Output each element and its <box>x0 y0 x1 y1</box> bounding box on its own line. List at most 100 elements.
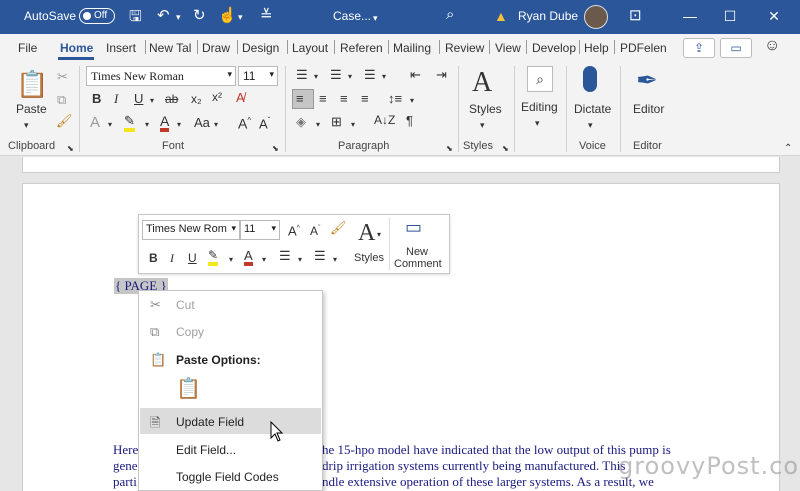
user-avatar[interactable] <box>584 5 608 29</box>
bullets-icon[interactable]: ☰ <box>279 249 291 263</box>
editing-dropdown-icon[interactable]: ▾ <box>535 116 540 130</box>
align-right-icon[interactable]: ≡ <box>340 92 348 106</box>
change-case-dropdown-icon[interactable]: ▾ <box>214 118 218 132</box>
dictate-label[interactable]: Dictate <box>574 102 611 116</box>
format-painter-icon[interactable]: 🖌 <box>330 221 347 235</box>
change-case-icon[interactable]: Aa <box>194 116 210 130</box>
editor-label[interactable]: Editor <box>633 102 664 116</box>
strikethrough-icon[interactable]: ab <box>165 92 178 106</box>
menu-item-edit-field[interactable]: Edit Field... <box>176 443 236 457</box>
autosave-toggle[interactable]: Off <box>79 8 115 24</box>
mini-styles-label[interactable]: Styles <box>354 252 384 264</box>
save-icon[interactable]: 🖫 <box>129 9 142 25</box>
body-text-line[interactable]: ndle extensive operation of these larger… <box>322 474 654 490</box>
highlight-color-icon[interactable]: ✎ <box>208 249 219 266</box>
paste-label[interactable]: Paste <box>16 102 47 116</box>
mini-font-size-input[interactable]: 11 ▾ <box>240 220 280 240</box>
font-color-icon[interactable]: A <box>160 114 170 132</box>
tab-view[interactable]: View <box>495 41 521 55</box>
body-text-line[interactable]: drip irrigation systems currently being … <box>322 458 625 474</box>
multilevel-dropdown-icon[interactable]: ▾ <box>382 70 386 84</box>
microphone-icon[interactable] <box>583 66 597 92</box>
minimize-icon[interactable]: — <box>680 6 700 26</box>
shading-icon[interactable]: ◈ <box>296 115 306 129</box>
undo-dropdown-icon[interactable]: ▾ <box>176 9 181 25</box>
line-spacing-dropdown-icon[interactable]: ▾ <box>410 94 414 108</box>
numbering-dropdown-icon[interactable]: ▾ <box>333 253 337 267</box>
tab-references[interactable]: Referen <box>340 41 383 55</box>
feedback-smiley-icon[interactable]: ☺ <box>764 38 780 54</box>
text-effects-dropdown-icon[interactable]: ▾ <box>108 118 112 132</box>
user-name[interactable]: Ryan Dube <box>518 9 578 23</box>
styles-icon[interactable]: A <box>358 220 375 246</box>
underline-dropdown-icon[interactable]: ▾ <box>150 94 154 108</box>
grow-font-icon[interactable]: A^ <box>238 114 251 131</box>
new-comment-icon[interactable]: ▭ <box>405 218 422 236</box>
menu-item-copy[interactable]: Copy <box>176 325 204 339</box>
highlight-dropdown-icon[interactable]: ▾ <box>145 118 149 132</box>
align-left-icon[interactable]: ≡ <box>296 92 304 106</box>
tab-new-tab[interactable]: New Tal <box>149 41 191 55</box>
line-spacing-icon[interactable]: ↕≡ <box>388 92 402 106</box>
redo-icon[interactable]: ↻ <box>193 8 206 24</box>
subscript-icon[interactable]: x₂ <box>191 92 202 106</box>
undo-icon[interactable]: ↶ <box>157 8 170 24</box>
copy-icon[interactable]: ⧉ <box>57 93 66 107</box>
chevron-down-icon[interactable]: ▾ <box>271 223 276 234</box>
numbering-icon[interactable]: ☰ <box>330 68 342 82</box>
comments-icon[interactable]: ▭ <box>720 38 752 58</box>
menu-item-cut[interactable]: Cut <box>176 298 195 312</box>
menu-item-update-field[interactable]: Update Field <box>176 415 244 429</box>
paragraph-launcher-icon[interactable]: ⬊ <box>446 142 453 156</box>
chevron-down-icon[interactable]: ▾ <box>269 69 274 80</box>
font-launcher-icon[interactable]: ⬊ <box>272 142 279 156</box>
customize-qat-icon[interactable]: ≚ <box>260 8 273 24</box>
borders-dropdown-icon[interactable]: ▾ <box>351 118 355 132</box>
tab-draw[interactable]: Draw <box>202 41 230 55</box>
increase-indent-icon[interactable]: ⇥ <box>436 68 447 82</box>
font-size-input[interactable]: 11 ▾ <box>238 66 278 86</box>
shading-dropdown-icon[interactable]: ▾ <box>316 118 320 132</box>
numbering-icon[interactable]: ☰ <box>314 249 326 263</box>
tab-pdfelement[interactable]: PDFelen <box>620 41 667 55</box>
tab-file[interactable]: File <box>18 41 37 55</box>
tab-design[interactable]: Design <box>242 41 279 55</box>
search-icon[interactable]: ⌕ <box>446 7 454 23</box>
keep-text-only-paste-icon[interactable]: 📋 <box>176 378 201 400</box>
document-name[interactable]: Case... <box>333 9 371 23</box>
font-color-dropdown-icon[interactable]: ▾ <box>262 253 266 267</box>
tab-layout[interactable]: Layout <box>292 41 328 55</box>
shrink-font-icon[interactable]: Aˇ <box>259 114 270 131</box>
underline-icon[interactable]: U <box>134 92 143 106</box>
new-comment-label-2[interactable]: Comment <box>394 258 442 270</box>
highlight-color-icon[interactable]: ✎ <box>124 114 135 132</box>
shrink-font-icon[interactable]: Aˇ <box>310 222 320 238</box>
touch-dropdown-icon[interactable]: ▾ <box>238 9 243 25</box>
touch-mode-icon[interactable]: ☝ <box>218 8 237 24</box>
styles-dropdown-icon[interactable]: ▾ <box>377 228 381 242</box>
body-text-line[interactable]: gene <box>113 458 138 474</box>
font-name-input[interactable]: Times New Roman ▾ <box>86 66 236 86</box>
share-icon[interactable]: ⇪ <box>683 38 715 58</box>
editing-label[interactable]: Editing <box>521 100 558 114</box>
decrease-indent-icon[interactable]: ⇤ <box>410 68 421 82</box>
tab-insert[interactable]: Insert <box>106 41 136 55</box>
body-text-line[interactable]: Here <box>113 442 138 458</box>
justify-icon[interactable]: ≡ <box>361 92 369 106</box>
numbering-dropdown-icon[interactable]: ▾ <box>348 70 352 84</box>
show-formatting-marks-icon[interactable]: ¶ <box>406 114 413 128</box>
dictate-dropdown-icon[interactable]: ▾ <box>588 118 593 132</box>
sort-icon[interactable]: A↓Z <box>374 113 395 127</box>
clear-formatting-icon[interactable]: A̸ <box>236 91 245 105</box>
tab-help[interactable]: Help <box>584 41 609 55</box>
text-effects-icon[interactable]: A <box>90 115 100 130</box>
doc-name-dropdown-icon[interactable]: ▾ <box>373 10 378 26</box>
find-search-icon[interactable]: ⌕ <box>527 66 553 92</box>
bullets-icon[interactable]: ☰ <box>296 68 308 82</box>
underline-icon[interactable]: U <box>188 251 197 265</box>
maximize-icon[interactable]: ☐ <box>720 6 740 26</box>
font-color-icon[interactable]: A <box>244 249 253 266</box>
chevron-down-icon[interactable]: ▾ <box>227 69 232 80</box>
close-icon[interactable]: ✕ <box>764 6 784 26</box>
superscript-icon[interactable]: x² <box>212 90 222 104</box>
